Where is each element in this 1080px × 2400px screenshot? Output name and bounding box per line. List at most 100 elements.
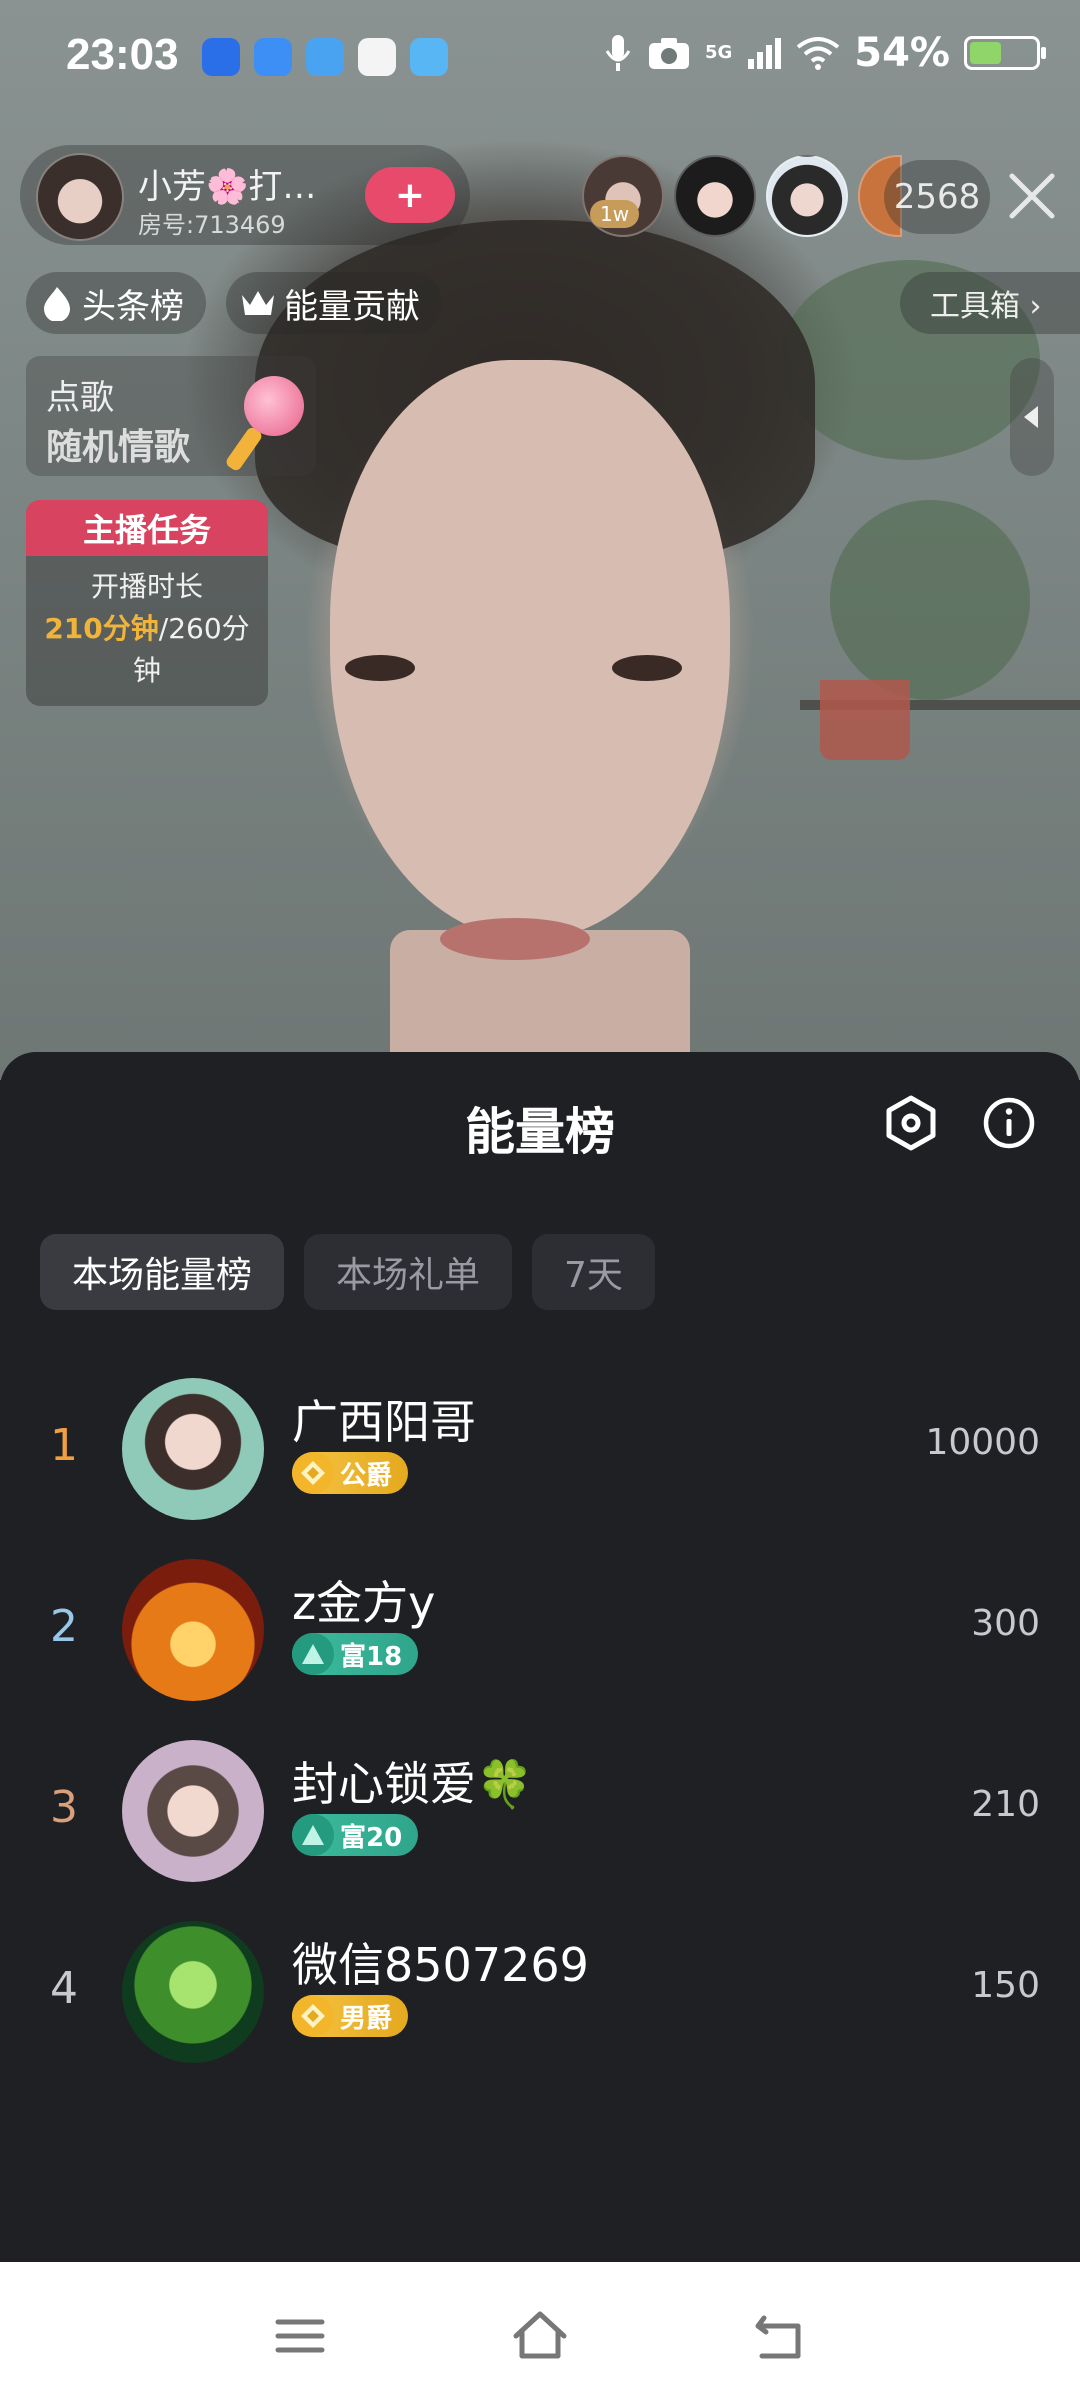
user-badge: 富18 xyxy=(292,1633,419,1675)
rank-tabs: 本场能量榜 本场礼单 7天 xyxy=(40,1234,655,1310)
task-progress-total: /260分 xyxy=(158,612,250,645)
user-avatar[interactable] xyxy=(122,1921,264,2063)
rank-number: 3 xyxy=(50,1782,78,1833)
badge-label: 富20 xyxy=(340,1822,403,1853)
battery-icon xyxy=(964,36,1046,70)
microphone-icon xyxy=(224,425,264,473)
k-app-icon xyxy=(202,38,240,76)
back-icon[interactable] xyxy=(750,2306,810,2366)
streamer-eye xyxy=(612,655,682,681)
energy-score: 10000 xyxy=(925,1422,1040,1463)
chip-label: 头条榜 xyxy=(82,286,184,327)
task-body: 开播时长 210分钟/260分 钟 xyxy=(26,556,268,702)
badge-label: 公爵 xyxy=(340,1460,393,1491)
user-badge: 富20 xyxy=(292,1814,419,1856)
task-progress: 210分钟/260分 xyxy=(38,608,256,650)
user-avatar[interactable] xyxy=(122,1378,264,1520)
menu-icon[interactable] xyxy=(270,2306,330,2366)
status-bar: 23:03 5G 54% xyxy=(0,0,1080,110)
camera-icon xyxy=(648,38,689,69)
badge-label: 男爵 xyxy=(340,2003,393,2034)
host-name: 小芳🌸打… xyxy=(138,167,317,207)
task-progress-unit: 钟 xyxy=(132,654,161,687)
energy-rank-sheet: 能量榜 本场能量榜 本场礼单 7天 1 广西阳哥 公爵 10000 2 z金方y… xyxy=(0,1052,1080,2262)
microphone-icon xyxy=(244,376,304,436)
rank-row[interactable]: 1 广西阳哥 公爵 10000 xyxy=(0,1368,1080,1528)
tab-seven-days[interactable]: 7天 xyxy=(532,1234,655,1310)
info-icon[interactable] xyxy=(978,1092,1040,1154)
diamond-badge-icon xyxy=(292,1995,334,2037)
song-request-title: 点歌 xyxy=(46,378,114,418)
user-name: 封心锁爱🍀 xyxy=(292,1757,534,1811)
streamer-face xyxy=(330,360,730,940)
user-avatar[interactable] xyxy=(122,1740,264,1882)
side-panel-toggle[interactable] xyxy=(1010,358,1054,476)
toolbox-button[interactable]: 工具箱 › xyxy=(900,272,1080,334)
song-request-card[interactable]: 点歌 随机情歌 xyxy=(26,356,316,476)
task-title: 主播任务 xyxy=(26,500,268,556)
battery-level-fill xyxy=(970,42,1001,64)
weather-icon xyxy=(410,38,448,76)
phone-app-icon xyxy=(306,38,344,76)
task-label: 开播时长 xyxy=(90,570,203,603)
rank-row[interactable]: 2 z金方y 富18 300 xyxy=(0,1549,1080,1709)
user-badge: 男爵 xyxy=(292,1995,409,2037)
viewer-avatar[interactable] xyxy=(674,155,756,237)
task-progress-done: 210分钟 xyxy=(44,612,159,645)
signal-icon xyxy=(748,38,782,69)
triangle-badge-icon xyxy=(292,1633,334,1675)
viewer-avatar[interactable] xyxy=(766,155,848,237)
rank-row[interactable]: 4 微信8507269 男爵 150 xyxy=(0,1911,1080,2071)
follow-button[interactable]: + xyxy=(365,167,455,223)
viewer-rank-tag: 1w xyxy=(590,200,640,228)
notification-icons xyxy=(202,38,448,76)
follow-label: + xyxy=(394,174,426,216)
song-request-subtitle: 随机情歌 xyxy=(46,427,191,468)
rank-row[interactable]: 3 封心锁爱🍀 富20 210 xyxy=(0,1730,1080,1890)
triangle-badge-icon xyxy=(292,1814,334,1856)
system-navigation-bar xyxy=(0,2262,1080,2400)
user-badge: 公爵 xyxy=(292,1452,409,1494)
crown-icon xyxy=(242,291,274,315)
microphone-icon xyxy=(605,35,631,71)
user-avatar[interactable] xyxy=(122,1559,264,1701)
user-name: 微信8507269 xyxy=(292,1938,589,1992)
host-avatar[interactable] xyxy=(36,153,124,241)
anchor-task-card[interactable]: 主播任务 开播时长 210分钟/260分 钟 xyxy=(26,500,268,706)
rank-number: 2 xyxy=(50,1601,78,1652)
headline-rank-chip[interactable]: 头条榜 xyxy=(26,272,206,334)
streamer-eye xyxy=(345,655,415,681)
host-room-number: 房号:713469 xyxy=(138,211,286,239)
status-indicators: 5G 54% xyxy=(603,30,1046,76)
user-name: z金方y xyxy=(292,1576,436,1630)
chip-label: 能量贡献 xyxy=(284,286,420,327)
battery-percent: 54% xyxy=(854,30,950,76)
energy-score: 300 xyxy=(971,1603,1040,1644)
streamer-mouth xyxy=(440,918,590,960)
toolbox-label: 工具箱 › xyxy=(930,289,1042,324)
maps-icon xyxy=(358,38,396,76)
flower-pot-decoration xyxy=(820,680,910,760)
chevron-left-icon xyxy=(1024,406,1038,428)
tab-energy-rank[interactable]: 本场能量榜 xyxy=(40,1234,285,1310)
diamond-badge-icon xyxy=(292,1452,334,1494)
wifi-icon xyxy=(797,37,840,70)
status-time: 23:03 xyxy=(66,30,179,79)
viewer-count[interactable]: 2568 xyxy=(884,160,990,234)
settings-hexagon-icon[interactable] xyxy=(880,1092,942,1154)
badge-label: 富18 xyxy=(340,1641,403,1672)
plant-decoration xyxy=(830,500,1030,700)
rank-number: 1 xyxy=(50,1420,78,1471)
rank-number: 4 xyxy=(50,1963,78,2014)
close-icon[interactable] xyxy=(1006,170,1058,222)
user-name: 广西阳哥 xyxy=(292,1395,476,1449)
home-icon[interactable] xyxy=(510,2306,570,2366)
energy-score: 150 xyxy=(971,1965,1040,2006)
energy-score: 210 xyxy=(971,1784,1040,1825)
energy-contribution-chip[interactable]: 能量贡献 xyxy=(226,272,442,334)
host-info-pill[interactable]: 小芳🌸打… 房号:713469 + xyxy=(20,145,470,245)
flame-icon xyxy=(44,287,70,321)
paper-plane-icon xyxy=(254,38,292,76)
network-type: 5G xyxy=(704,42,733,63)
tab-gift-list[interactable]: 本场礼单 xyxy=(304,1234,513,1310)
